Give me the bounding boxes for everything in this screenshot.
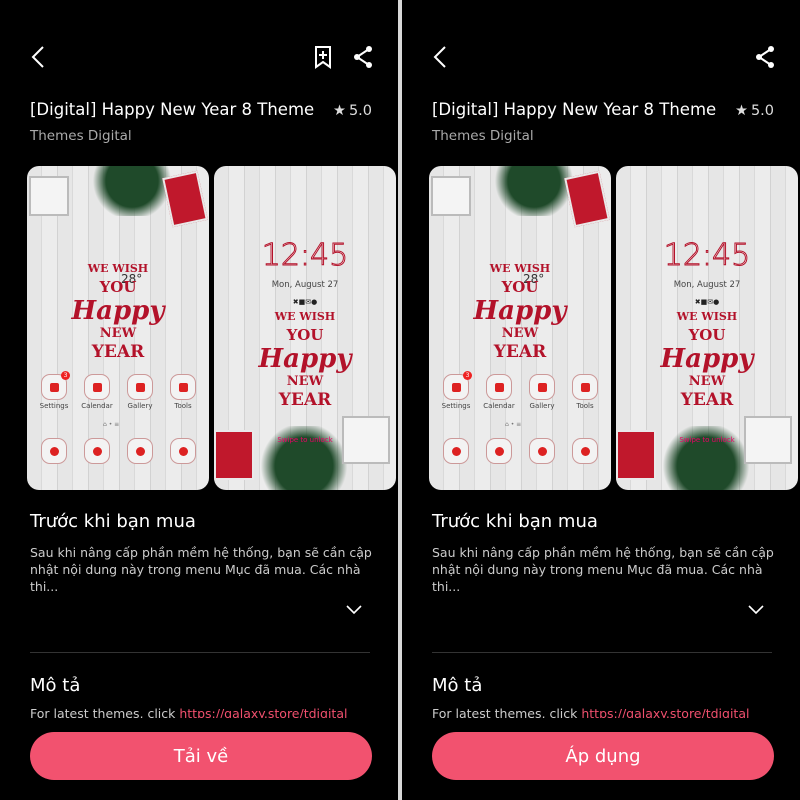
star-icon: ★	[332, 103, 346, 119]
greeting-line: Happy	[258, 344, 352, 374]
greeting-line: WE WISH	[676, 310, 738, 323]
before-buy-text: Sau khi nâng cấp phần mềm hệ thống, bạn …	[432, 545, 774, 594]
star-icon: ★	[734, 103, 748, 119]
rating-value: 5.0	[348, 103, 372, 119]
home-screen-preview[interactable]: 28° WE WISH YOU Happy NEW YEAR 3 Settings Ca…	[27, 166, 209, 490]
lock-clock: 12:45	[261, 238, 349, 274]
lock-clock: 12:45	[663, 238, 751, 274]
page-indicator: ⌂ • ≡	[103, 421, 120, 428]
notification-icons: ✖■✉●	[292, 298, 318, 306]
app-label: Gallery	[127, 402, 153, 410]
greeting-line: NEW	[501, 326, 539, 341]
before-buy-text: Sau khi nâng cấp phần mềm hệ thống, bạn …	[30, 545, 372, 594]
description-body: For latest themes, click	[30, 706, 180, 718]
theme-title: [Digital] Happy New Year 8 Theme	[30, 100, 315, 119]
app-label: Calendar	[483, 402, 515, 410]
page-indicator: ⌂ • ≡	[505, 421, 522, 428]
lock-screen-preview[interactable]: 12:45 Mon, August 27 ✖■✉● WE WISH YOU Happ…	[214, 166, 396, 490]
greeting-line: YEAR	[91, 342, 145, 362]
publisher-link[interactable]: Themes Digital	[432, 128, 534, 144]
app-label: Tools	[174, 402, 192, 410]
greeting-line: Happy	[71, 296, 165, 326]
notification-icons: ✖■✉●	[694, 298, 720, 306]
lock-date: Mon, August 27	[673, 280, 741, 290]
notification-badge: 3	[61, 371, 70, 380]
gift-decoration	[564, 170, 610, 228]
before-buy-heading: Trước khi bạn mua	[30, 511, 196, 532]
back-arrow-icon[interactable]	[28, 44, 52, 70]
description-heading: Mô tả	[30, 675, 81, 696]
share-icon[interactable]	[352, 45, 374, 69]
dock-icon[interactable]	[41, 438, 67, 464]
divider	[30, 652, 370, 653]
theme-detail-screen: [Digital] Happy New Year 8 Theme ★ 5.0 Th…	[0, 0, 398, 800]
dock-icon[interactable]	[443, 438, 469, 464]
greeting-line: Happy	[660, 344, 754, 374]
app-icon-calendar[interactable]	[486, 374, 512, 400]
rating-value: 5.0	[750, 103, 774, 119]
app-icon-gallery[interactable]	[127, 374, 153, 400]
download-button[interactable]: Tải về	[30, 732, 372, 780]
description-body: For latest themes, click	[432, 706, 582, 718]
greeting-line: WE WISH	[489, 262, 551, 275]
chevron-down-icon[interactable]	[747, 604, 765, 616]
theme-detail-screen: [Digital] Happy New Year 8 Theme ★ 5.0 Th…	[402, 0, 800, 800]
greeting-line: NEW	[286, 374, 324, 389]
greeting-line: YEAR	[680, 390, 734, 410]
rating: ★ 5.0	[333, 103, 372, 119]
description-text: For latest themes, click https://galaxy.…	[432, 706, 749, 718]
gift-decoration	[162, 170, 208, 228]
notification-badge: 3	[463, 371, 472, 380]
app-icon-calendar[interactable]	[84, 374, 110, 400]
app-label: Settings	[441, 402, 471, 410]
apply-button[interactable]: Áp dụng	[432, 732, 774, 780]
app-label: Gallery	[529, 402, 555, 410]
divider	[432, 652, 772, 653]
home-screen-preview[interactable]: 28° WE WISH YOU Happy NEW YEAR 3 Settings Ca…	[429, 166, 611, 490]
greeting-line: YOU	[688, 326, 726, 344]
lock-date: Mon, August 27	[271, 280, 339, 290]
bookmark-add-icon[interactable]	[312, 45, 334, 69]
gift-decoration	[29, 176, 69, 216]
dock-icon[interactable]	[529, 438, 555, 464]
back-arrow-icon[interactable]	[430, 44, 454, 70]
dock-icon[interactable]	[572, 438, 598, 464]
greeting-line: YOU	[286, 326, 324, 344]
app-icon-gallery[interactable]	[529, 374, 555, 400]
greeting-line: Happy	[473, 296, 567, 326]
store-link[interactable]: https://galaxy.store/tdigital	[581, 706, 749, 718]
app-icon-tools[interactable]	[572, 374, 598, 400]
greeting-line: NEW	[688, 374, 726, 389]
publisher-link[interactable]: Themes Digital	[30, 128, 132, 144]
chevron-down-icon[interactable]	[345, 604, 363, 616]
greeting-line: NEW	[99, 326, 137, 341]
store-link[interactable]: https://galaxy.store/tdigital	[179, 706, 347, 718]
greeting-line: YOU	[501, 278, 539, 296]
dock-icon[interactable]	[84, 438, 110, 464]
before-buy-heading: Trước khi bạn mua	[432, 511, 598, 532]
description-text: For latest themes, click https://galaxy.…	[30, 706, 347, 718]
dock-icon[interactable]	[170, 438, 196, 464]
gift-decoration	[431, 176, 471, 216]
app-label: Calendar	[81, 402, 113, 410]
description-heading: Mô tả	[432, 675, 483, 696]
app-label: Settings	[39, 402, 69, 410]
rating: ★ 5.0	[735, 103, 774, 119]
share-icon[interactable]	[754, 45, 776, 69]
swipe-to-unlock-text: Swipe to unlock	[679, 436, 735, 444]
greeting-line: YOU	[99, 278, 137, 296]
dock-icon[interactable]	[486, 438, 512, 464]
app-label: Tools	[576, 402, 594, 410]
lock-screen-preview[interactable]: 12:45 Mon, August 27 ✖■✉● WE WISH YOU Happ…	[616, 166, 798, 490]
greeting-line: WE WISH	[87, 262, 149, 275]
greeting-line: WE WISH	[274, 310, 336, 323]
app-icon-tools[interactable]	[170, 374, 196, 400]
swipe-to-unlock-text: Swipe to unlock	[277, 436, 333, 444]
theme-title: [Digital] Happy New Year 8 Theme	[432, 100, 717, 119]
greeting-line: YEAR	[493, 342, 547, 362]
greeting-line: YEAR	[278, 390, 332, 410]
dock-icon[interactable]	[127, 438, 153, 464]
